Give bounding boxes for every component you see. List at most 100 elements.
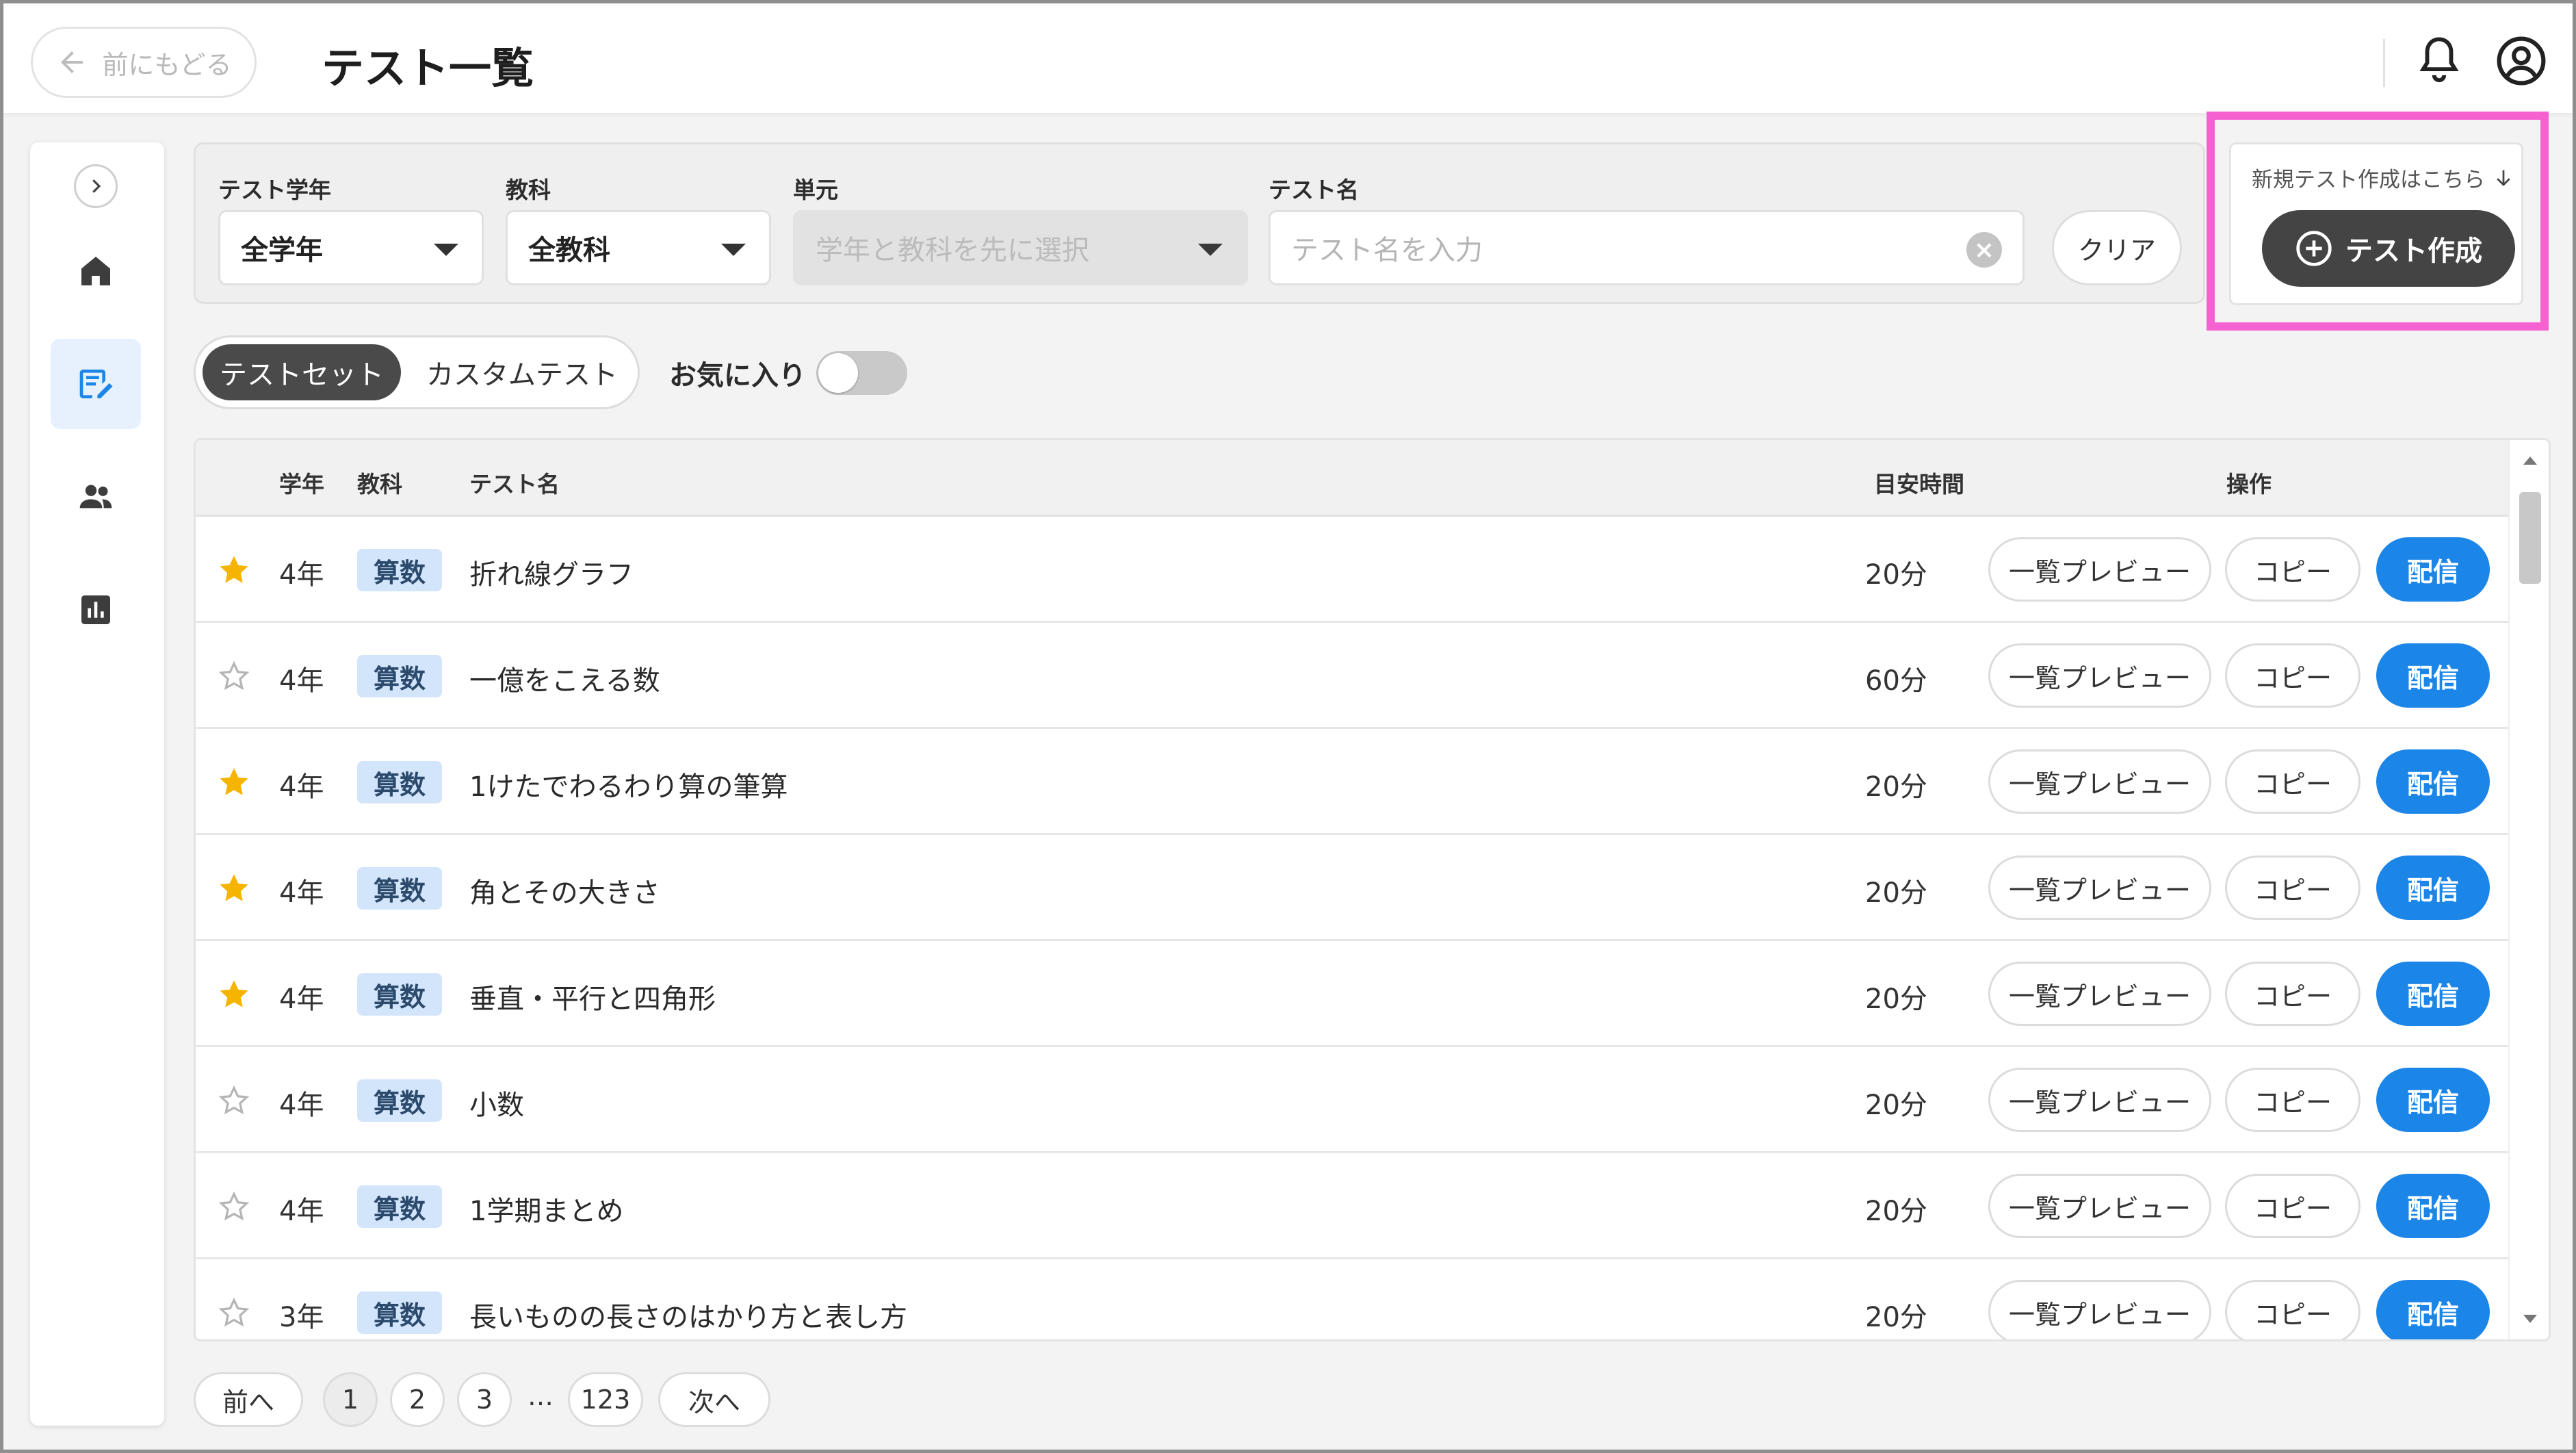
copy-button[interactable]: コピー	[2225, 1174, 2360, 1238]
star-filled-icon[interactable]	[216, 871, 252, 906]
sidebar-expand-button[interactable]	[74, 164, 118, 208]
row-time: 20分	[1865, 1090, 1927, 1121]
send-button[interactable]: 配信	[2376, 856, 2490, 920]
send-button[interactable]: 配信	[2376, 643, 2490, 708]
create-test-hint-text: 新規テスト作成はこちら	[2252, 168, 2485, 192]
preview-button[interactable]: 一覧プレビュー	[1988, 643, 2211, 708]
subject-select[interactable]: 全教科	[506, 210, 771, 285]
scroll-down-icon[interactable]	[2523, 1315, 2537, 1323]
sidebar-item-tests[interactable]	[51, 339, 141, 429]
preview-button[interactable]: 一覧プレビュー	[1988, 1280, 2211, 1339]
pagination-page-2[interactable]: 2	[390, 1372, 445, 1427]
tab-test-set[interactable]: テストセット	[203, 344, 401, 400]
scroll-up-icon[interactable]	[2523, 457, 2537, 465]
row-grade: 4年	[279, 771, 324, 803]
back-label: 前にもどる	[102, 49, 232, 80]
send-button[interactable]: 配信	[2376, 1068, 2490, 1132]
row-time: 20分	[1865, 1196, 1927, 1227]
pagination-prev[interactable]: 前へ	[194, 1372, 303, 1427]
caret-down-icon	[1198, 244, 1223, 256]
row-test-name: 折れ線グラフ	[469, 559, 634, 591]
pagination-ellipsis: …	[528, 1381, 554, 1411]
preview-button[interactable]: 一覧プレビュー	[1988, 749, 2211, 814]
row-grade: 4年	[279, 1090, 324, 1121]
preview-button[interactable]: 一覧プレビュー	[1988, 537, 2211, 602]
table-row: 4年 算数 折れ線グラフ 20分 一覧プレビュー コピー 配信	[196, 517, 2508, 623]
sidebar	[30, 142, 164, 1426]
create-test-button[interactable]: テスト作成	[2262, 210, 2515, 287]
send-button[interactable]: 配信	[2376, 749, 2490, 814]
pagination-page-last[interactable]: 123	[568, 1372, 643, 1427]
star-outline-icon[interactable]	[216, 1083, 252, 1118]
pagination-next[interactable]: 次へ	[658, 1372, 770, 1427]
preview-button[interactable]: 一覧プレビュー	[1988, 856, 2211, 920]
header-subject: 教科	[357, 471, 402, 498]
unit-select[interactable]: 学年と教科を先に選択	[793, 210, 1248, 285]
clear-input-icon[interactable]: ×	[1966, 232, 2002, 268]
create-test-hint: 新規テスト作成はこちら	[2252, 162, 2514, 193]
row-time: 20分	[1865, 1302, 1927, 1333]
subject-badge: 算数	[357, 1185, 442, 1228]
table-scrollbar[interactable]	[2508, 440, 2549, 1339]
app-header: 前にもどる テスト一覧	[3, 3, 2573, 113]
favorites-switch[interactable]	[816, 351, 907, 395]
clear-filters-button[interactable]: クリア	[2052, 210, 2182, 285]
star-outline-icon[interactable]	[216, 658, 252, 694]
filter-bar: テスト学年 全学年 教科 全教科 単元 学年と教科を先に選択 テスト名 テスト名…	[194, 142, 2205, 304]
sidebar-item-students[interactable]	[51, 452, 141, 542]
copy-button[interactable]: コピー	[2225, 537, 2360, 602]
star-filled-icon[interactable]	[216, 764, 252, 800]
subject-badge: 算数	[357, 761, 442, 803]
sidebar-item-home[interactable]	[51, 226, 141, 316]
row-test-name: 小数	[469, 1090, 524, 1121]
row-grade: 4年	[279, 559, 324, 591]
table-row: 4年 算数 角とその大きさ 20分 一覧プレビュー コピー 配信	[196, 835, 2508, 941]
create-test-panel: 新規テスト作成はこちら テスト作成	[2229, 142, 2523, 305]
copy-button[interactable]: コピー	[2225, 962, 2360, 1026]
header-grade: 学年	[279, 471, 324, 498]
preview-button[interactable]: 一覧プレビュー	[1988, 1174, 2211, 1238]
star-outline-icon[interactable]	[216, 1295, 252, 1330]
people-icon	[79, 485, 112, 509]
unit-select-placeholder: 学年と教科を先に選択	[816, 235, 1089, 266]
send-button[interactable]: 配信	[2376, 1174, 2490, 1238]
test-table: 学年 教科 テスト名 目安時間 操作 4年 算数 折れ線グラフ 20分 一覧プレビューコ…	[194, 438, 2551, 1341]
send-button[interactable]: 配信	[2376, 1280, 2490, 1339]
row-time: 60分	[1865, 665, 1927, 697]
caret-down-icon	[434, 244, 458, 256]
grade-select[interactable]: 全学年	[218, 210, 484, 285]
star-outline-icon[interactable]	[216, 1189, 252, 1224]
scroll-thumb[interactable]	[2519, 492, 2541, 584]
account-icon[interactable]	[2496, 36, 2547, 86]
row-time: 20分	[1865, 559, 1927, 591]
subject-badge: 算数	[357, 867, 442, 910]
caret-down-icon	[721, 244, 746, 256]
preview-button[interactable]: 一覧プレビュー	[1988, 962, 2211, 1026]
bell-icon[interactable]	[2415, 34, 2463, 86]
tab-custom-test[interactable]: カスタムテスト	[409, 344, 635, 400]
subject-filter-label: 教科	[506, 177, 551, 203]
star-filled-icon[interactable]	[216, 977, 252, 1012]
send-button[interactable]: 配信	[2376, 962, 2490, 1026]
grade-filter-label: テスト学年	[218, 177, 331, 203]
pagination-page-3[interactable]: 3	[457, 1372, 512, 1427]
row-grade: 4年	[279, 665, 324, 697]
copy-button[interactable]: コピー	[2225, 749, 2360, 814]
copy-button[interactable]: コピー	[2225, 1068, 2360, 1132]
star-filled-icon[interactable]	[216, 552, 252, 588]
table-row: 4年 算数 1学期まとめ 20分 一覧プレビュー コピー 配信	[196, 1153, 2508, 1259]
arrow-left-icon	[61, 51, 83, 73]
create-test-button-label: テスト作成	[2345, 235, 2482, 267]
sidebar-item-reports[interactable]	[51, 565, 141, 655]
copy-button[interactable]: コピー	[2225, 643, 2360, 708]
table-row: 3年 算数 長いものの長さのはかり方と表し方 20分 一覧プレビュー コピー 配信	[196, 1259, 2508, 1339]
copy-button[interactable]: コピー	[2225, 1280, 2360, 1339]
back-button[interactable]: 前にもどる	[31, 27, 257, 98]
copy-button[interactable]: コピー	[2225, 856, 2360, 920]
send-button[interactable]: 配信	[2376, 537, 2490, 602]
preview-button[interactable]: 一覧プレビュー	[1988, 1068, 2211, 1132]
pagination-page-1[interactable]: 1	[323, 1372, 378, 1427]
test-name-filter-label: テスト名	[1269, 177, 1359, 203]
test-name-input[interactable]: テスト名を入力 ×	[1269, 210, 2025, 285]
test-name-placeholder: テスト名を入力	[1291, 235, 1483, 266]
